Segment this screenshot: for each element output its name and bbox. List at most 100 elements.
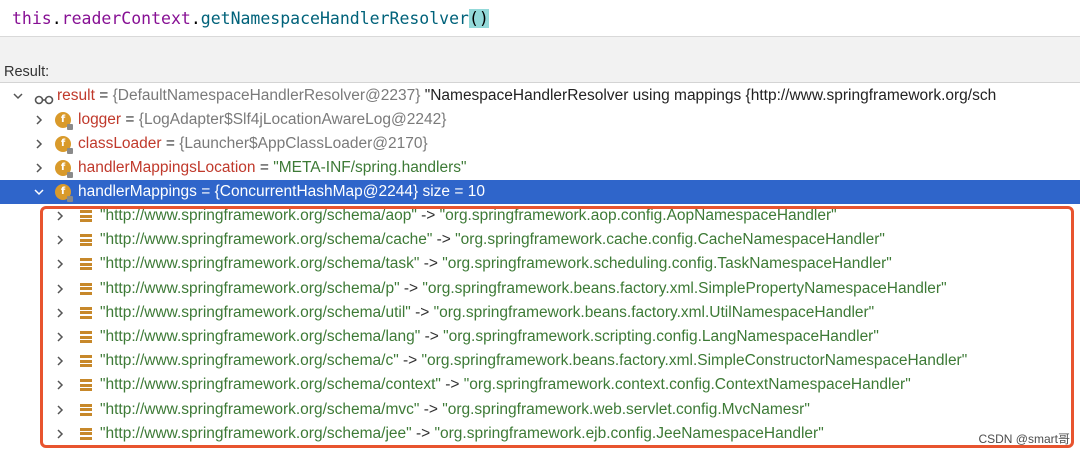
map-entry-row[interactable]: "http://www.springframework.org/schema/l…	[0, 325, 1080, 349]
entry-value: "org.springframework.beans.factory.xml.U…	[433, 303, 875, 321]
entry-key: "http://www.springframework.org/schema/p…	[100, 279, 400, 297]
entry-value: "org.springframework.beans.factory.xml.S…	[422, 279, 947, 297]
chevron-right-icon[interactable]	[55, 380, 65, 390]
tree-row-text: classLoader = {Launcher$AppClassLoader@2…	[78, 132, 428, 156]
map-entry-row[interactable]: "http://www.springframework.org/schema/p…	[0, 277, 1080, 301]
entry-arrow: ->	[399, 279, 423, 297]
map-entry-icon	[80, 355, 92, 368]
field-f-icon: f	[55, 136, 73, 154]
field-value: "META-INF/spring.handlers"	[273, 159, 467, 176]
expr-close-paren: )	[478, 9, 489, 28]
field-name: handlerMappings	[78, 183, 197, 200]
entry-arrow: ->	[440, 376, 464, 394]
field-f-icon: f	[55, 184, 73, 202]
entry-value: "org.springframework.web.servlet.config.…	[442, 400, 810, 418]
expr-this-keyword: this	[12, 9, 52, 28]
map-entry-row[interactable]: "http://www.springframework.org/schema/m…	[0, 398, 1080, 422]
chevron-right-icon[interactable]	[34, 115, 44, 125]
equals-sign: =	[161, 135, 180, 152]
chevron-right-icon[interactable]	[34, 139, 44, 149]
entry-key: "http://www.springframework.org/schema/c…	[100, 376, 441, 394]
map-entry-row[interactable]: "http://www.springframework.org/schema/c…	[0, 373, 1080, 397]
chevron-right-icon[interactable]	[55, 429, 65, 439]
map-entry-row[interactable]: "http://www.springframework.org/schema/c…	[0, 349, 1080, 373]
entry-arrow: ->	[410, 303, 434, 321]
entry-value: "org.springframework.aop.config.AopNames…	[439, 207, 837, 224]
expr-open-paren: (	[468, 9, 479, 28]
map-entry-icon	[80, 210, 92, 222]
field-f-icon: f	[55, 112, 73, 130]
chevron-right-icon[interactable]	[55, 235, 65, 245]
map-entry-icon	[80, 403, 92, 416]
entry-arrow: ->	[432, 231, 456, 249]
result-label: Result:	[4, 64, 50, 80]
expr-dot: .	[51, 9, 62, 28]
chevron-right-icon[interactable]	[55, 356, 65, 366]
object-reference: {DefaultNamespaceHandlerResolver@2237}	[112, 87, 421, 104]
map-entry-row[interactable]: "http://www.springframework.org/schema/t…	[0, 252, 1080, 276]
tree-row-text: logger = {LogAdapter$Slf4jLocationAwareL…	[78, 108, 446, 132]
field-f-icon: f	[55, 160, 73, 178]
expression-bar[interactable]: this.readerContext.getNamespaceHandlerRe…	[0, 0, 1080, 37]
field-value: {LogAdapter$Slf4jLocationAwareLog@2242}	[138, 111, 447, 128]
expr-dot: .	[190, 9, 201, 28]
chevron-right-icon[interactable]	[55, 405, 65, 415]
entry-key: "http://www.springframework.org/schema/a…	[100, 207, 417, 224]
entry-value: "org.springframework.context.config.Cont…	[463, 376, 911, 394]
chevron-down-icon[interactable]	[34, 187, 44, 197]
equals-sign: =	[94, 87, 113, 104]
entry-arrow: ->	[420, 328, 444, 345]
tree-row-text: "http://www.springframework.org/schema/u…	[100, 301, 874, 325]
map-entry-icon	[80, 379, 92, 392]
expression-input[interactable]: this.readerContext.getNamespaceHandlerRe…	[6, 3, 1078, 33]
entry-arrow: ->	[411, 424, 435, 442]
expr-method: getNamespaceHandlerResolver	[200, 9, 469, 28]
entry-key: "http://www.springframework.org/schema/l…	[100, 328, 421, 345]
map-entry-icon	[80, 282, 92, 295]
result-tree[interactable]: result = {DefaultNamespaceHandlerResolve…	[0, 82, 1080, 456]
chevron-right-icon[interactable]	[55, 211, 65, 221]
map-entry-row[interactable]: "http://www.springframework.org/schema/u…	[0, 301, 1080, 325]
map-entry-row[interactable]: "http://www.springframework.org/schema/c…	[0, 228, 1080, 252]
entry-arrow: ->	[419, 255, 443, 273]
tree-row-classloader[interactable]: f classLoader = {Launcher$AppClassLoader…	[0, 132, 1080, 156]
chevron-down-icon[interactable]	[13, 91, 23, 101]
tree-row-text: "http://www.springframework.org/schema/l…	[100, 325, 879, 349]
entry-key: "http://www.springframework.org/schema/j…	[100, 424, 412, 442]
entry-value: "org.springframework.scripting.config.La…	[443, 328, 879, 345]
field-value: = {ConcurrentHashMap@2244} size = 10	[196, 183, 485, 200]
variable-name: result	[57, 87, 95, 104]
field-value: {Launcher$AppClassLoader@2170}	[179, 135, 428, 152]
watch-glasses-icon	[34, 90, 54, 105]
expression-text: this.readerContext.getNamespaceHandlerRe…	[12, 9, 489, 28]
tree-row-text: "http://www.springframework.org/schema/c…	[100, 228, 885, 252]
chevron-right-icon[interactable]	[55, 308, 65, 318]
map-entry-row[interactable]: "http://www.springframework.org/schema/a…	[0, 204, 1080, 228]
chevron-right-icon[interactable]	[55, 259, 65, 269]
map-entry-icon	[80, 258, 92, 271]
map-entry-row[interactable]: "http://www.springframework.org/schema/j…	[0, 422, 1080, 446]
tree-row-handler-mappings-location[interactable]: f handlerMappingsLocation = "META-INF/sp…	[0, 156, 1080, 180]
tree-row-text: result = {DefaultNamespaceHandlerResolve…	[57, 84, 996, 108]
map-entry-icon	[80, 234, 92, 247]
entry-value: "org.springframework.cache.config.CacheN…	[455, 231, 885, 249]
entry-value: "org.springframework.ejb.config.JeeNames…	[434, 424, 824, 442]
map-entry-icon	[80, 331, 92, 343]
tree-row-text: "http://www.springframework.org/schema/t…	[100, 252, 892, 276]
tree-row-text: "http://www.springframework.org/schema/c…	[100, 349, 967, 373]
entry-key: "http://www.springframework.org/schema/m…	[100, 400, 420, 418]
entry-arrow: ->	[398, 352, 422, 370]
entry-key: "http://www.springframework.org/schema/u…	[100, 303, 411, 321]
tree-row-logger[interactable]: f logger = {LogAdapter$Slf4jLocationAwar…	[0, 108, 1080, 132]
field-name: logger	[78, 111, 122, 128]
equals-sign: =	[121, 111, 139, 128]
tree-row-result[interactable]: result = {DefaultNamespaceHandlerResolve…	[0, 84, 1080, 108]
tree-row-text: handlerMappingsLocation = "META-INF/spri…	[78, 156, 467, 180]
chevron-right-icon[interactable]	[55, 332, 65, 342]
to-string-value: "NamespaceHandlerResolver using mappings…	[420, 87, 997, 104]
chevron-right-icon[interactable]	[55, 284, 65, 294]
chevron-right-icon[interactable]	[34, 163, 44, 173]
entry-key: "http://www.springframework.org/schema/c…	[100, 231, 433, 249]
tree-row-text: "http://www.springframework.org/schema/a…	[100, 204, 837, 228]
tree-row-handler-mappings[interactable]: f handlerMappings = {ConcurrentHashMap@2…	[0, 180, 1080, 204]
